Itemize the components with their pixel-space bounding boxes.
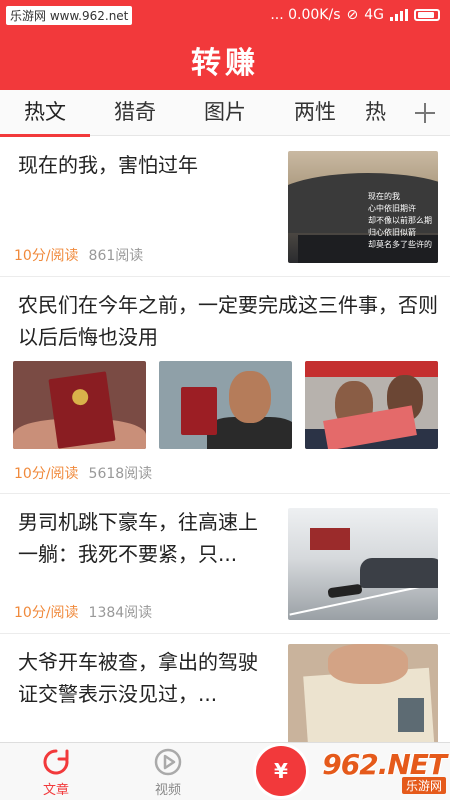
yuan-icon: ¥ <box>274 759 288 783</box>
status-bar: 乐游网 www.962.net ... 0.00K/s ⊘ 4G <box>0 0 450 30</box>
reward-tag: 10分/阅读 <box>14 248 79 264</box>
tab-hot[interactable]: 热 <box>360 90 400 136</box>
nav-video-label: 视频 <box>154 783 181 798</box>
top-bar: 乐游网 www.962.net ... 0.00K/s ⊘ 4G 转赚 <box>0 0 450 90</box>
nav-video-button[interactable]: 视频 <box>112 743 224 800</box>
article-title: 现在的我，害怕过年 <box>18 153 198 177</box>
status-right: ... 0.00K/s ⊘ 4G <box>270 7 440 23</box>
video-play-icon <box>154 748 182 776</box>
article-feed[interactable]: 现在的我，害怕过年 10分/阅读 861阅读 现在的我 心中依旧期许 却不像以前… <box>0 137 450 742</box>
tab-hot-articles[interactable]: 热文 <box>0 90 90 137</box>
plus-icon <box>415 103 435 123</box>
app-title: 转赚 <box>191 46 259 81</box>
network-speed: ... 0.00K/s <box>270 7 341 23</box>
article-title: 农民们在今年之前，一定要完成这三件事，否则以后后悔也没用 <box>18 293 438 349</box>
list-item[interactable]: 大爷开车被查，拿出的驾驶证交警表示没见过，... <box>0 634 450 742</box>
list-item[interactable]: 现在的我，害怕过年 10分/阅读 861阅读 现在的我 心中依旧期许 却不像以前… <box>0 137 450 277</box>
article-thumbnail <box>288 644 438 742</box>
tab-pictures[interactable]: 图片 <box>180 90 270 136</box>
app-header: 转赚 <box>0 30 450 90</box>
watermark-962: 962.NET 乐游网 <box>318 748 447 796</box>
battery-icon <box>414 9 440 21</box>
read-count: 1384阅读 <box>88 605 153 621</box>
thumbnail-row <box>13 361 438 449</box>
article-thumbnail <box>13 361 146 449</box>
watermark-962-sub: 乐游网 <box>401 777 446 794</box>
refresh-article-icon <box>43 749 69 775</box>
watermark-label: 乐游网 www.962.net <box>6 5 133 25</box>
article-thumbnail <box>288 508 438 620</box>
article-thumbnail: 现在的我 心中依旧期许 却不像以前那么期 归心依旧似箭 却莫名多了些许的 <box>288 151 438 263</box>
read-count: 861阅读 <box>88 248 144 264</box>
tab-relationships[interactable]: 两性 <box>270 90 360 136</box>
list-item[interactable]: 男司机跳下豪车，往高速上一躺：我死不要紧，只... 10分/阅读 1384阅读 <box>0 494 450 634</box>
nav-article-button[interactable]: 文章 <box>0 743 112 800</box>
reward-tag: 10分/阅读 <box>14 466 79 482</box>
reward-tag: 10分/阅读 <box>14 605 79 621</box>
tab-curiosity[interactable]: 猎奇 <box>90 90 180 136</box>
nav-article-label: 文章 <box>42 783 69 798</box>
article-thumbnail <box>159 361 292 449</box>
article-title: 男司机跳下豪车，往高速上一躺：我死不要紧，只... <box>18 510 258 566</box>
earn-money-button[interactable]: ¥ <box>256 746 306 796</box>
article-meta: 10分/阅读 5618阅读 <box>14 463 152 483</box>
list-item[interactable]: 农民们在今年之前，一定要完成这三件事，否则以后后悔也没用 10分/阅读 5618… <box>0 277 450 494</box>
network-type: 4G <box>364 7 384 23</box>
article-meta: 10分/阅读 861阅读 <box>14 245 143 265</box>
article-title: 大爷开车被查，拿出的驾驶证交警表示没见过，... <box>18 650 258 706</box>
no-sim-icon: ⊘ <box>346 7 359 23</box>
category-tabs: 热文 猎奇 图片 两性 热 <box>0 90 450 137</box>
article-thumbnail <box>305 361 438 449</box>
add-tab-button[interactable] <box>408 96 442 130</box>
article-meta: 10分/阅读 1384阅读 <box>14 602 152 622</box>
thumbnail-caption: 现在的我 心中依旧期许 却不像以前那么期 归心依旧似箭 却莫名多了些许的 <box>368 192 432 249</box>
read-count: 5618阅读 <box>88 466 153 482</box>
signal-icon <box>390 9 408 21</box>
